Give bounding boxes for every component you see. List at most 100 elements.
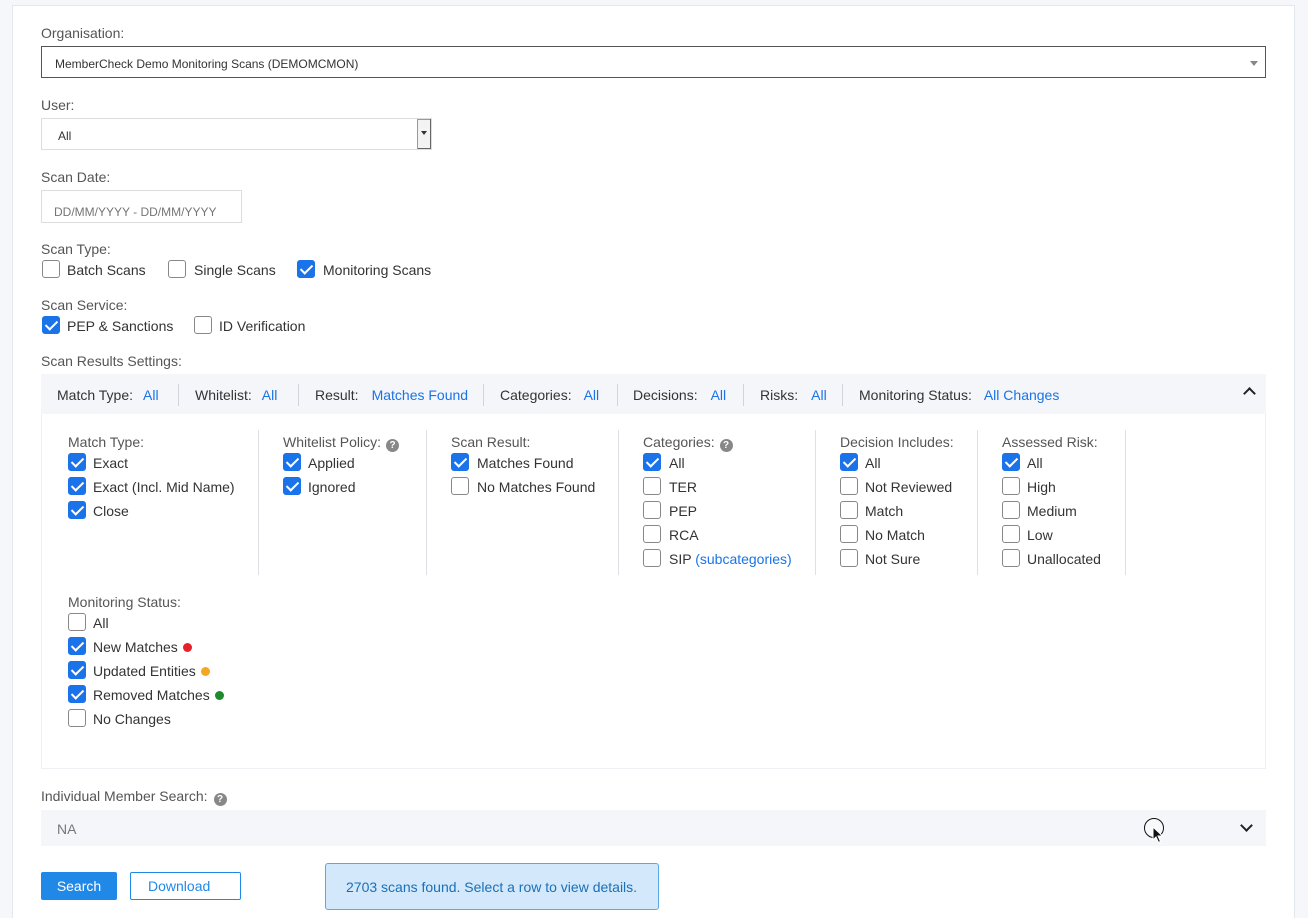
divider bbox=[617, 384, 618, 406]
column-divider bbox=[258, 430, 259, 575]
column-divider bbox=[426, 430, 427, 575]
updated-entities-label: Updated Entities bbox=[93, 663, 210, 679]
subcategories-link[interactable]: (subcategories) bbox=[695, 551, 792, 567]
divider bbox=[483, 384, 484, 406]
categories-title: Categories:? bbox=[643, 434, 733, 452]
risk-all-checkbox[interactable] bbox=[1002, 453, 1020, 471]
risk-medium-checkbox[interactable] bbox=[1002, 501, 1020, 519]
match-close-checkbox[interactable] bbox=[68, 501, 86, 519]
category-rca-checkbox[interactable] bbox=[643, 525, 661, 543]
summary-whitelist: Whitelist: All bbox=[195, 387, 278, 403]
column-divider bbox=[1125, 430, 1126, 575]
match-exact-label: Exact bbox=[93, 455, 129, 471]
column-divider bbox=[815, 430, 816, 575]
decision-no-match-label: No Match bbox=[865, 527, 925, 543]
help-icon[interactable]: ? bbox=[386, 439, 400, 452]
caret-down-icon bbox=[1250, 61, 1258, 66]
single-scans-checkbox[interactable] bbox=[168, 260, 186, 278]
risk-high-label: High bbox=[1027, 479, 1056, 495]
risk-high-checkbox[interactable] bbox=[1002, 477, 1020, 495]
category-sip-checkbox[interactable] bbox=[643, 549, 661, 567]
id-verification-checkbox[interactable] bbox=[194, 316, 212, 334]
monitoring-scans-checkbox[interactable] bbox=[297, 260, 315, 278]
summary-result: Result: Matches Found bbox=[315, 387, 469, 403]
whitelist-applied-label: Applied bbox=[308, 455, 355, 471]
decision-not-sure-checkbox[interactable] bbox=[840, 549, 858, 567]
pep-sanctions-label: PEP & Sanctions bbox=[67, 318, 174, 334]
new-matches-label: New Matches bbox=[93, 639, 192, 655]
decision-no-match-checkbox[interactable] bbox=[840, 525, 858, 543]
decision-match-checkbox[interactable] bbox=[840, 501, 858, 519]
monitoring-all-checkbox[interactable] bbox=[68, 613, 86, 631]
removed-matches-checkbox[interactable] bbox=[68, 685, 86, 703]
category-ter-checkbox[interactable] bbox=[643, 477, 661, 495]
category-all-label: All bbox=[669, 455, 685, 471]
assessed-risk-title: Assessed Risk: bbox=[1002, 434, 1098, 450]
decision-all-checkbox[interactable] bbox=[840, 453, 858, 471]
batch-scans-checkbox[interactable] bbox=[42, 260, 60, 278]
decision-not-reviewed-checkbox[interactable] bbox=[840, 477, 858, 495]
updated-entities-checkbox[interactable] bbox=[68, 661, 86, 679]
match-exact-checkbox[interactable] bbox=[68, 453, 86, 471]
decision-not-reviewed-label: Not Reviewed bbox=[865, 479, 953, 495]
summary-categories: Categories: All bbox=[500, 387, 600, 403]
risk-all-label: All bbox=[1027, 455, 1043, 471]
match-close-label: Close bbox=[93, 503, 129, 519]
category-pep-label: PEP bbox=[669, 503, 698, 519]
help-icon[interactable]: ? bbox=[213, 793, 227, 806]
summary-decisions: Decisions: All bbox=[633, 387, 727, 403]
column-divider bbox=[977, 430, 978, 575]
chevron-up-icon[interactable] bbox=[1243, 387, 1256, 400]
category-all-checkbox[interactable] bbox=[643, 453, 661, 471]
no-matches-found-checkbox[interactable] bbox=[451, 477, 469, 495]
monitoring-all-label: All bbox=[93, 615, 109, 631]
summary-match-type: Match Type: All bbox=[57, 387, 159, 403]
category-ter-label: TER bbox=[669, 479, 697, 495]
category-pep-checkbox[interactable] bbox=[643, 501, 661, 519]
member-search-select[interactable]: NA bbox=[41, 810, 1266, 846]
risk-unallocated-checkbox[interactable] bbox=[1002, 549, 1020, 567]
matches-found-label: Matches Found bbox=[477, 455, 574, 471]
help-icon[interactable]: ? bbox=[719, 439, 733, 452]
user-select[interactable]: All bbox=[41, 118, 432, 150]
match-exact-mid-checkbox[interactable] bbox=[68, 477, 86, 495]
whitelist-ignored-label: Ignored bbox=[308, 479, 356, 495]
decision-match-label: Match bbox=[865, 503, 904, 519]
monitoring-scans-label: Monitoring Scans bbox=[323, 262, 432, 278]
divider bbox=[298, 384, 299, 406]
user-label: User: bbox=[41, 97, 75, 113]
organisation-value: MemberCheck Demo Monitoring Scans (DEMOM… bbox=[55, 57, 359, 71]
organisation-select[interactable]: MemberCheck Demo Monitoring Scans (DEMOM… bbox=[41, 46, 1266, 78]
results-settings-summary-bar[interactable]: Match Type: All Whitelist: All Result: Matc… bbox=[41, 374, 1266, 414]
decision-not-sure-label: Not Sure bbox=[865, 551, 921, 567]
pep-sanctions-checkbox[interactable] bbox=[42, 316, 60, 334]
user-value: All bbox=[58, 129, 72, 143]
orange-dot-icon bbox=[200, 667, 210, 676]
no-changes-label: No Changes bbox=[93, 711, 171, 727]
new-matches-checkbox[interactable] bbox=[68, 637, 86, 655]
scan-result-title: Scan Result: bbox=[451, 434, 531, 450]
whitelist-ignored-checkbox[interactable] bbox=[283, 477, 301, 495]
match-type-title: Match Type: bbox=[68, 434, 145, 450]
green-dot-icon bbox=[214, 691, 224, 700]
risk-low-checkbox[interactable] bbox=[1002, 525, 1020, 543]
whitelist-applied-checkbox[interactable] bbox=[283, 453, 301, 471]
scan-results-settings-label: Scan Results Settings: bbox=[41, 353, 182, 369]
risk-medium-label: Medium bbox=[1027, 503, 1077, 519]
no-matches-found-label: No Matches Found bbox=[477, 479, 596, 495]
download-button[interactable]: Download bbox=[130, 872, 241, 900]
column-divider bbox=[618, 430, 619, 575]
divider bbox=[178, 384, 179, 406]
scan-date-input[interactable] bbox=[41, 190, 242, 223]
category-rca-label: RCA bbox=[669, 527, 699, 543]
user-dropdown-button[interactable] bbox=[417, 119, 431, 149]
scan-date-label: Scan Date: bbox=[41, 169, 111, 185]
divider bbox=[743, 384, 744, 406]
no-changes-checkbox[interactable] bbox=[68, 709, 86, 727]
red-dot-icon bbox=[182, 643, 192, 652]
id-verification-label: ID Verification bbox=[219, 318, 306, 334]
summary-risks: Risks: All bbox=[760, 387, 827, 403]
matches-found-checkbox[interactable] bbox=[451, 453, 469, 471]
search-button[interactable]: Search bbox=[41, 872, 117, 900]
match-exact-mid-label: Exact (Incl. Mid Name) bbox=[93, 479, 235, 495]
